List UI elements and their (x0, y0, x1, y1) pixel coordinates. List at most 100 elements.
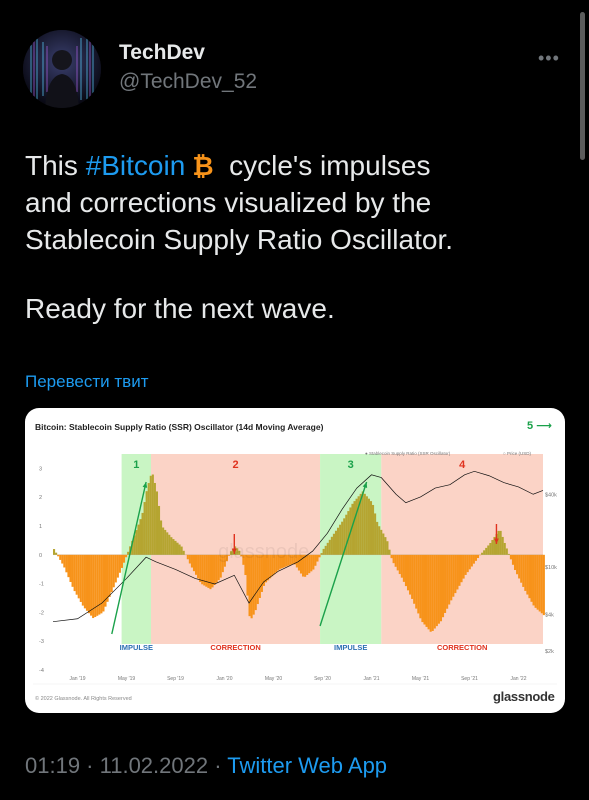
oscillator-bar (314, 554, 317, 566)
oscillator-bar (197, 554, 200, 579)
oscillator-bar (468, 554, 471, 570)
oscillator-bar (120, 554, 124, 568)
oscillator-bar (108, 554, 111, 597)
phase-label: IMPULSE (120, 643, 153, 652)
oscillator-bar (209, 554, 212, 590)
oscillator-bar (310, 554, 313, 572)
y-axis-tick: 0 (39, 553, 42, 559)
legend-item: ○ Price (USD) (503, 451, 531, 456)
oscillator-bar (485, 547, 488, 555)
y-axis-right-tick: $2k (545, 649, 554, 655)
oscillator-bar (170, 537, 173, 555)
oscillator-bar (145, 491, 148, 555)
oscillator-bar (520, 554, 523, 583)
oscillator-bar (528, 554, 531, 599)
oscillator-bar (534, 554, 537, 608)
oscillator-bar (53, 549, 56, 555)
oscillator-bar (392, 554, 395, 564)
oscillator-bar (87, 554, 91, 614)
tweet-text-line: and corrections visualized by the (25, 187, 432, 218)
oscillator-bar (337, 527, 340, 555)
oscillator-bar (83, 554, 86, 609)
oscillator-bar (431, 554, 434, 631)
source-app-link[interactable]: Twitter Web App (227, 753, 387, 778)
oscillator-bar (439, 554, 443, 622)
oscillator-bar (355, 498, 358, 555)
oscillator-bar (390, 554, 393, 559)
author-display-name[interactable]: TechDev (119, 41, 205, 65)
oscillator-bar (155, 491, 158, 555)
oscillator-bar (448, 554, 451, 605)
oscillator-bar (254, 554, 257, 611)
hashtag-link[interactable]: #Bitcoin (86, 150, 186, 181)
oscillator-bar (503, 542, 506, 555)
oscillator-bar (429, 554, 432, 632)
oscillator-bar (330, 536, 333, 555)
bitcoin-icon: ₿ (193, 152, 214, 179)
oscillator-bar (499, 530, 502, 555)
oscillator-bar (332, 533, 335, 555)
oscillator-bar (441, 554, 445, 618)
oscillator-bar (116, 554, 119, 578)
oscillator-bar (398, 554, 401, 575)
oscillator-bar (176, 542, 179, 555)
oscillator-bar (118, 554, 121, 573)
y-axis-tick: -1 (39, 582, 44, 588)
oscillator-bar (507, 553, 510, 555)
y-axis-right-tick: $10k (545, 565, 557, 571)
oscillator-bar (73, 554, 76, 592)
oscillator-bar (363, 493, 366, 555)
tweet-time[interactable]: 01:19 (25, 753, 80, 778)
oscillator-bar (378, 526, 381, 555)
oscillator-bar (538, 554, 541, 612)
scrollbar[interactable] (580, 12, 585, 160)
oscillator-bar (164, 529, 167, 555)
oscillator-bar (382, 533, 385, 555)
oscillator-bar (536, 554, 539, 610)
oscillator-bar (59, 554, 62, 560)
oscillator-bar (252, 554, 255, 615)
phase-band-4 (381, 454, 543, 644)
oscillator-bar (433, 554, 436, 629)
oscillator-bar (127, 551, 130, 555)
phase-number: 4 (459, 459, 466, 471)
oscillator-bar (71, 554, 74, 587)
oscillator-bar (466, 554, 469, 573)
oscillator-bar (367, 498, 370, 555)
x-axis-tick: Jan '20 (217, 676, 233, 682)
translate-tweet-link[interactable]: Перевести твит (25, 372, 148, 392)
tweet-date[interactable]: 11.02.2022 (100, 753, 208, 778)
oscillator-bar (384, 537, 387, 555)
oscillator-bar (483, 550, 486, 555)
avatar[interactable] (23, 30, 101, 108)
x-axis-tick: Jan '19 (70, 676, 86, 682)
x-axis-tick: Sep '20 (314, 676, 331, 682)
x-axis-tick: May '19 (118, 676, 136, 682)
oscillator-bar (188, 554, 191, 564)
legend-item: ● Stablecoin Supply Ratio (SSR Oscillato… (365, 451, 451, 456)
y-axis-right-tick: $40k (545, 492, 557, 498)
tweet-text-line: Stablecoin Supply Ratio Oscillator. (25, 224, 453, 255)
oscillator-bar (248, 554, 251, 617)
copyright-text: © 2022 Glassnode. All Rights Reserved (35, 696, 132, 702)
oscillator-bar (112, 554, 115, 588)
chart-image-card[interactable]: Bitcoin: Stablecoin Supply Ratio (SSR) O… (25, 408, 565, 713)
x-axis-tick: Sep '21 (461, 676, 478, 682)
phase-label: CORRECTION (437, 643, 487, 652)
oscillator-bar (122, 554, 126, 563)
oscillator-bar (460, 554, 463, 583)
oscillator-bar (365, 496, 368, 555)
oscillator-bar (341, 521, 344, 555)
author-handle[interactable]: @TechDev_52 (119, 70, 257, 94)
oscillator-bar (157, 505, 161, 555)
oscillator-bar (396, 554, 399, 571)
oscillator-bar (419, 554, 422, 619)
more-options-icon[interactable]: ••• (538, 48, 560, 69)
chart-plot: 1 IMPULSE 2 CORRECTION 3 IMPULSE 4 CORRECTION gl… (33, 451, 557, 685)
oscillator-bar (250, 554, 253, 619)
oscillator-bar (532, 554, 535, 606)
oscillator-bar (172, 539, 175, 555)
separator: · (208, 753, 228, 778)
oscillator-bar (318, 554, 321, 558)
oscillator-bar (487, 545, 490, 555)
